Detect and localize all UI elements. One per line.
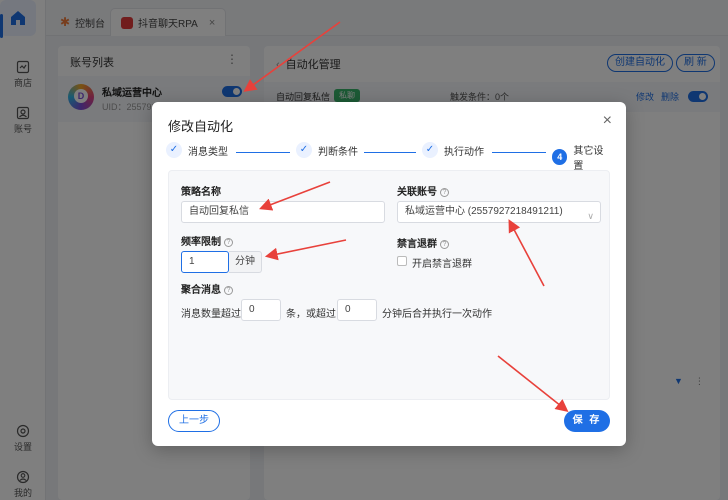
aggregate-prefix: 消息数量超过 (181, 309, 241, 320)
aggregate-middle: 条，或超过 (286, 309, 336, 320)
frequency-label: 频率限制? (181, 233, 233, 248)
help-icon[interactable]: ? (224, 237, 233, 247)
mute-label: 禁言退群? (397, 235, 449, 250)
strategy-name-input[interactable]: 自动回复私信 (181, 201, 385, 223)
linked-account-label: 关联账号? (397, 183, 449, 198)
linked-account-select[interactable]: 私域运营中心 (2557927218491211) ∨ (397, 201, 601, 223)
step-label: 消息类型 (188, 146, 228, 158)
mute-checkbox[interactable] (397, 256, 407, 266)
step-actions[interactable]: ✓ 执行动作 (422, 142, 484, 158)
step-connector (492, 152, 546, 153)
frequency-unit: 分钟 (229, 251, 262, 273)
previous-step-button[interactable]: 上一步 (168, 410, 220, 432)
aggregate-minutes-input[interactable]: 0 (337, 299, 377, 321)
edit-automation-dialog: 修改自动化 × ✓ 消息类型 ✓ 判断条件 ✓ 执行动作 4 其它设置 策略名称… (152, 102, 626, 446)
help-icon[interactable]: ? (440, 239, 449, 249)
step-number: 4 (552, 149, 568, 165)
step-other-settings[interactable]: 4 其它设置 (552, 142, 612, 172)
help-icon[interactable]: ? (224, 285, 233, 295)
step-conditions[interactable]: ✓ 判断条件 (296, 142, 358, 158)
close-icon[interactable]: × (603, 112, 612, 130)
aggregate-suffix: 分钟后合并执行一次动作 (382, 309, 492, 320)
linked-account-value: 私域运营中心 (2557927218491211) (405, 206, 563, 217)
settings-form: 策略名称 自动回复私信 关联账号? 私域运营中心 (25579272184912… (168, 170, 610, 400)
aggregate-label: 聚合消息? (181, 281, 233, 296)
mute-checkbox-label[interactable]: 开启禁言退群 (412, 255, 472, 270)
step-message-type[interactable]: ✓ 消息类型 (166, 142, 228, 158)
check-icon: ✓ (166, 142, 182, 158)
dialog-title: 修改自动化 (168, 119, 234, 134)
aggregate-count-input[interactable]: 0 (241, 299, 281, 321)
chevron-down-icon: ∨ (587, 211, 594, 221)
check-icon: ✓ (296, 142, 312, 158)
step-connector (236, 152, 290, 153)
step-label: 其它设置 (573, 146, 604, 172)
save-button[interactable]: 保 存 (564, 410, 610, 432)
frequency-input[interactable]: 1 (181, 251, 229, 273)
step-connector (364, 152, 416, 153)
step-label: 判断条件 (318, 146, 358, 158)
help-icon[interactable]: ? (440, 187, 449, 197)
step-indicator: ✓ 消息类型 ✓ 判断条件 ✓ 执行动作 4 其它设置 (166, 142, 612, 172)
step-label: 执行动作 (444, 146, 484, 158)
strategy-name-label: 策略名称 (181, 187, 221, 198)
check-icon: ✓ (422, 142, 438, 158)
